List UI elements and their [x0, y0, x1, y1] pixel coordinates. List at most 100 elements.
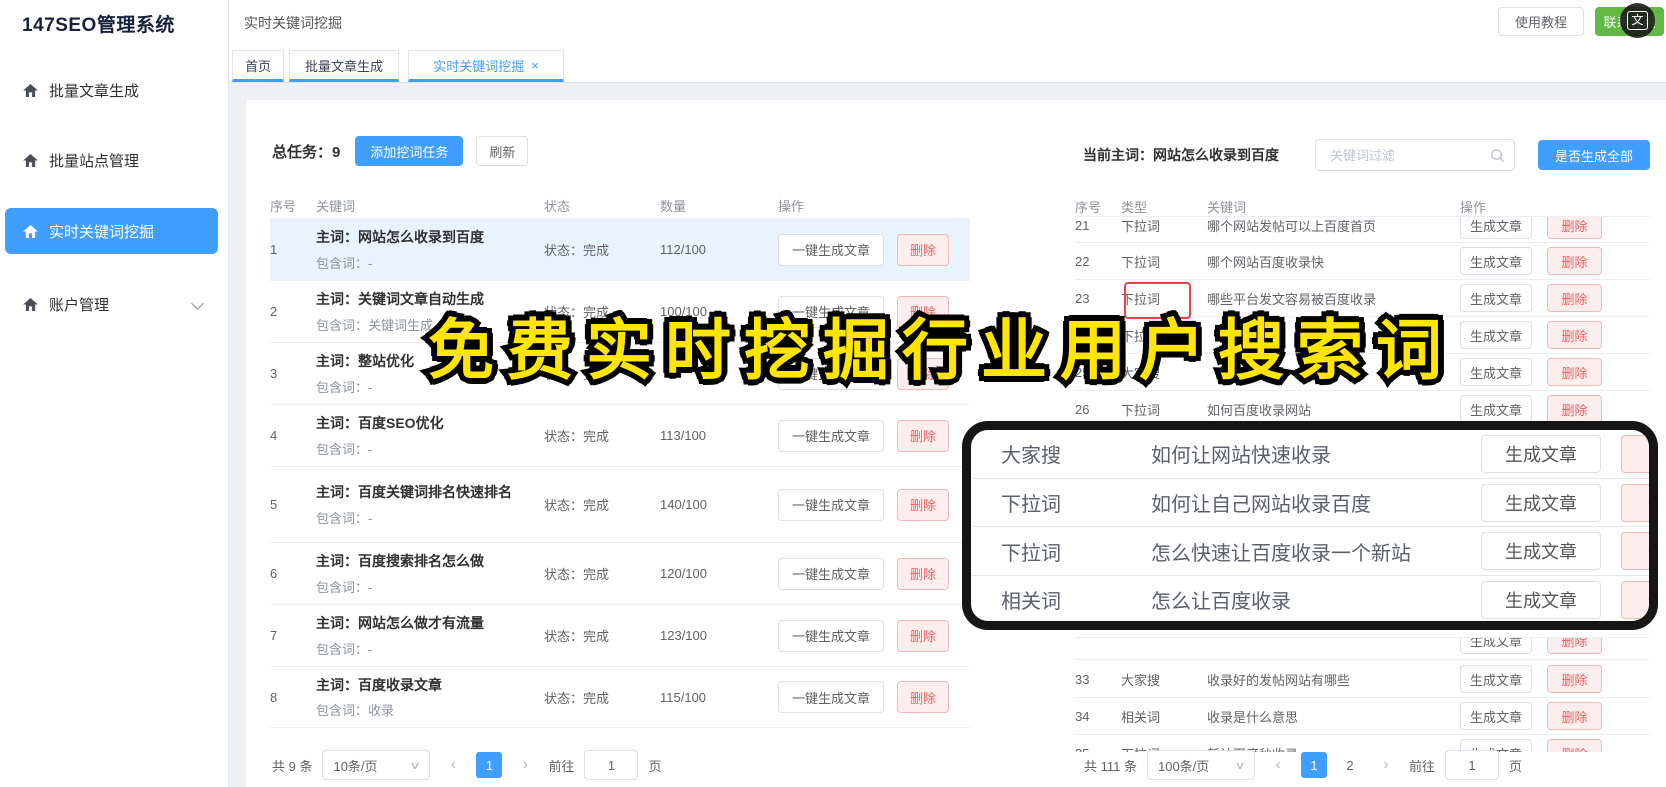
- generate-article-button[interactable]: 生成文章: [1460, 638, 1532, 654]
- delete-button[interactable]: 删除: [897, 557, 949, 590]
- delete-button[interactable]: 删除: [1621, 580, 1649, 619]
- table-row[interactable]: 34 相关词 收录是什么意思 生成文章 删除: [1075, 697, 1650, 734]
- table-row[interactable]: 4 主词：百度SEO优化 包含词：- 状态：完成 113/100 一键生成文章 …: [270, 404, 970, 466]
- delete-button[interactable]: 删除: [1547, 739, 1602, 752]
- page-number[interactable]: 2: [1337, 752, 1363, 778]
- page-size-select[interactable]: 10条/页 ∨: [322, 750, 431, 780]
- table-row[interactable]: 8 主词：百度收录文章 包含词：收录 状态：完成 115/100 一键生成文章 …: [270, 666, 970, 728]
- tutorial-button[interactable]: 使用教程: [1498, 7, 1584, 36]
- table-row[interactable]: 7 主词：网站怎么做才有流量 包含词：- 状态：完成 123/100 一键生成文…: [270, 604, 970, 666]
- table-row[interactable]: 24 下拉词 生成文章 删除: [1075, 316, 1650, 353]
- generate-article-button[interactable]: 生成文章: [1460, 247, 1532, 275]
- magnified-callout-box: 大家搜 如何让网站快速收录 生成文章 删除 下拉词 如何让自己网站收录百度 生成…: [962, 421, 1658, 630]
- delete-button[interactable]: 删除: [897, 681, 949, 713]
- delete-button[interactable]: 删除: [897, 295, 949, 328]
- next-page-arrow[interactable]: ›: [512, 752, 538, 778]
- goto-page-input[interactable]: [1445, 750, 1499, 780]
- delete-button[interactable]: 删除: [1547, 702, 1602, 730]
- page-number[interactable]: 1: [476, 752, 503, 778]
- delete-button[interactable]: 删除: [1547, 358, 1602, 386]
- generate-article-button[interactable]: 一键生成文章: [778, 357, 884, 390]
- generate-article-button[interactable]: 生成文章: [1460, 665, 1532, 693]
- table-row[interactable]: 3 主词：整站优化 包含词：- 状态：完成 一键生成文章 删除: [270, 342, 970, 404]
- tab-article-gen[interactable]: 批量文章生成: [289, 50, 399, 82]
- delete-button[interactable]: 删除: [1621, 532, 1649, 571]
- delete-button[interactable]: 删除: [1547, 395, 1602, 423]
- table-row[interactable]: 21 下拉词 哪个网站发帖可以上百度首页 生成文章 删除: [1075, 216, 1650, 242]
- generate-article-button[interactable]: 生成文章: [1460, 217, 1532, 239]
- delete-button[interactable]: 删除: [897, 419, 949, 452]
- delete-button[interactable]: 删除: [1547, 665, 1602, 693]
- table-row[interactable]: 6 主词：百度搜索排名怎么做 包含词：- 状态：完成 120/100 一键生成文…: [270, 542, 970, 604]
- goto-page-input[interactable]: [584, 750, 639, 780]
- generate-article-button[interactable]: 生成文章: [1481, 434, 1601, 473]
- page-number[interactable]: 1: [1300, 752, 1327, 778]
- refresh-button[interactable]: 刷新: [476, 136, 529, 166]
- keyword-text: 收录是什么意思: [1207, 709, 1299, 725]
- home-icon: [23, 224, 38, 238]
- prev-page-arrow[interactable]: ‹: [1265, 752, 1291, 778]
- home-icon: [23, 153, 38, 167]
- generate-article-button[interactable]: 一键生成文章: [778, 488, 884, 521]
- generate-article-button[interactable]: 一键生成文章: [778, 681, 884, 713]
- delete-button[interactable]: 删除: [897, 619, 949, 652]
- row-index: 23: [1075, 290, 1090, 306]
- row-index: 3: [270, 366, 278, 381]
- generate-article-button[interactable]: 一键生成文章: [778, 557, 884, 590]
- task-status: 状态：完成: [544, 243, 610, 258]
- table-row[interactable]: 25 大家搜 生成文章 删除: [1075, 353, 1650, 390]
- generate-article-button[interactable]: 生成文章: [1481, 532, 1601, 571]
- tabbar: 首页 批量文章生成 实时关键词挖掘 ×: [228, 42, 1666, 83]
- task-status: 状态：完成: [544, 429, 610, 444]
- sidebar-item-keyword-mining[interactable]: 实时关键词挖掘: [5, 208, 218, 254]
- keyword-text: 怎么快速让百度收录一个新站: [1151, 542, 1411, 565]
- keyword-filter-input[interactable]: [1328, 146, 1484, 164]
- delete-button[interactable]: 删除: [1547, 638, 1602, 654]
- close-icon[interactable]: ×: [531, 58, 539, 73]
- generate-article-button[interactable]: 生成文章: [1460, 284, 1532, 312]
- task-contains: 包含词：关键词生成: [316, 317, 434, 333]
- row-index: 21: [1075, 217, 1090, 233]
- delete-button[interactable]: 删除: [897, 233, 949, 266]
- tasks-pagination: 共 9 条 10条/页 ∨ ‹ 1 › 前往 页: [272, 750, 662, 780]
- table-row[interactable]: 生成文章 删除: [1075, 637, 1650, 659]
- delete-button[interactable]: 删除: [897, 488, 949, 521]
- generate-article-button[interactable]: 生成文章: [1460, 321, 1532, 349]
- generate-article-button[interactable]: 生成文章: [1481, 483, 1601, 522]
- delete-button[interactable]: 删除: [1547, 284, 1602, 312]
- delete-button[interactable]: 删除: [1621, 434, 1649, 473]
- generate-article-button[interactable]: 一键生成文章: [778, 419, 884, 452]
- next-page-arrow[interactable]: ›: [1373, 752, 1399, 778]
- table-row[interactable]: 2 主词：关键词文章自动生成 包含词：关键词生成 状态：完成 100/100 一…: [270, 280, 970, 342]
- add-task-button[interactable]: 添加挖词任务: [355, 136, 464, 166]
- table-row[interactable]: 22 下拉词 哪个网站百度收录快 生成文章 删除: [1075, 242, 1650, 279]
- generate-all-button[interactable]: 是否生成全部: [1538, 140, 1650, 170]
- keyword-filter-field[interactable]: [1315, 139, 1515, 171]
- sidebar-item-article-gen[interactable]: 批量文章生成: [0, 68, 228, 112]
- row-index: 5: [270, 497, 278, 512]
- delete-button[interactable]: 删除: [1547, 321, 1602, 349]
- tab-keyword-mining[interactable]: 实时关键词挖掘 ×: [408, 50, 564, 82]
- prev-page-arrow[interactable]: ‹: [440, 752, 466, 778]
- generate-article-button[interactable]: 一键生成文章: [778, 295, 884, 328]
- generate-article-button[interactable]: 生成文章: [1460, 358, 1532, 386]
- generate-article-button[interactable]: 生成文章: [1460, 702, 1532, 730]
- page-size-select[interactable]: 100条/页 ∨: [1146, 750, 1255, 780]
- goto-label: 前往: [548, 758, 575, 774]
- sidebar-item-account[interactable]: 账户管理: [0, 282, 228, 326]
- table-row[interactable]: 5 主词：百度关键词排名快速排名 包含词：- 状态：完成 140/100 一键生…: [270, 466, 970, 542]
- tab-home[interactable]: 首页: [232, 50, 284, 82]
- task-keyword: 主词：网站怎么收录到百度: [316, 229, 484, 246]
- table-row[interactable]: 33 大家搜 收录好的发帖网站有哪些 生成文章 删除: [1075, 659, 1650, 697]
- table-row[interactable]: 1 主词：网站怎么收录到百度 包含词：- 状态：完成 112/100 一键生成文…: [270, 218, 970, 280]
- generate-article-button[interactable]: 生成文章: [1481, 580, 1601, 619]
- sidebar-item-site-mgmt[interactable]: 批量站点管理: [0, 138, 228, 182]
- generate-article-button[interactable]: 一键生成文章: [778, 619, 884, 652]
- generate-article-button[interactable]: 生成文章: [1460, 395, 1532, 423]
- delete-button[interactable]: 删除: [897, 357, 949, 390]
- generate-article-button[interactable]: 一键生成文章: [778, 233, 884, 266]
- delete-button[interactable]: 删除: [1621, 483, 1649, 522]
- translate-widget-icon[interactable]: 文: [1620, 3, 1655, 38]
- delete-button[interactable]: 删除: [1547, 247, 1602, 275]
- delete-button[interactable]: 删除: [1547, 217, 1602, 239]
